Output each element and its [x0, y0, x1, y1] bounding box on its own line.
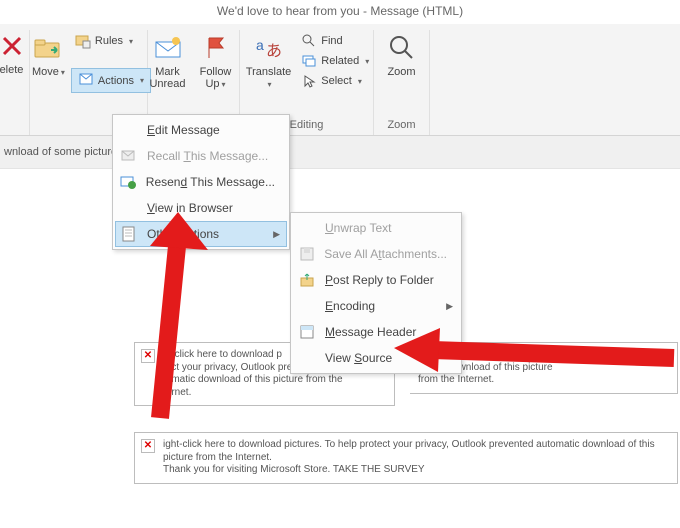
menu-resend[interactable]: Resend This Message... Resend This Messa…	[115, 169, 287, 195]
other-actions-menu: Unwrap Text Unwrap Text Save All Attachm…	[290, 212, 462, 374]
blocked-x-icon: ✕	[141, 349, 155, 363]
related-button[interactable]: Related▾	[297, 52, 373, 70]
menu-view-browser[interactable]: View in Browser View in Browser	[115, 195, 287, 221]
actions-button[interactable]: Actions▾	[71, 68, 151, 93]
resend-icon	[119, 173, 138, 191]
menu-encoding[interactable]: Encoding Encoding ▶	[293, 293, 459, 319]
rules-button[interactable]: Rules▾	[71, 32, 151, 50]
menu-message-header[interactable]: Message Header Message Header	[293, 319, 459, 345]
zoom-icon	[386, 32, 418, 64]
blocked-image-3[interactable]: ✕ ight-click here to download pictures. …	[134, 432, 678, 484]
svg-text:a: a	[256, 37, 264, 53]
search-icon	[301, 33, 317, 49]
menu-recall: Recall This Message... Recall This Messa…	[115, 143, 287, 169]
flag-icon	[200, 32, 232, 64]
info-bar[interactable]: wnload of some pictures in this message.	[0, 136, 680, 169]
blocked-x-icon: ✕	[141, 439, 155, 453]
follow-up-button[interactable]: Follow Up▾	[190, 30, 242, 92]
ribbon: elete Move▾ Rules▾	[0, 24, 680, 136]
select-button[interactable]: Select▾	[297, 72, 373, 90]
translate-icon: aあ	[253, 32, 285, 64]
post-icon	[297, 271, 317, 289]
menu-view-source[interactable]: View Source View Source	[293, 345, 459, 371]
svg-text:あ: あ	[266, 42, 282, 60]
delete-button[interactable]: elete	[0, 30, 28, 76]
actions-menu: EEdit Messagedit Message Recall This Mes…	[112, 114, 290, 250]
save-icon	[297, 245, 316, 263]
menu-edit-message[interactable]: EEdit Messagedit Message	[115, 117, 287, 143]
sheet-icon	[119, 225, 139, 243]
menu-unwrap: Unwrap Text Unwrap Text	[293, 215, 459, 241]
zoom-button[interactable]: Zoom	[380, 30, 424, 80]
rules-icon	[75, 33, 91, 49]
move-button[interactable]: Move▾	[26, 30, 71, 80]
actions-icon	[78, 71, 94, 90]
header-icon	[297, 323, 317, 341]
delete-x-icon	[0, 30, 28, 62]
cursor-icon	[301, 73, 317, 89]
folder-move-icon	[32, 32, 64, 64]
mark-unread-button[interactable]: Mark Unread	[146, 30, 190, 92]
related-icon	[301, 53, 317, 69]
window-title: We'd love to hear from you - Message (HT…	[0, 0, 680, 24]
recall-icon	[119, 147, 139, 165]
translate-button[interactable]: aあ Translate▾	[240, 30, 297, 92]
menu-other-actions[interactable]: Other Actions Other Actions ▶	[115, 221, 287, 247]
menu-post-reply[interactable]: Post Reply to Folder Post Reply to Folde…	[293, 267, 459, 293]
envelope-icon	[152, 32, 184, 64]
group-label-zoom: Zoom	[380, 117, 423, 135]
menu-save-attachments: Save All Attachments... Save All Attachm…	[293, 241, 459, 267]
find-button[interactable]: Find	[297, 32, 373, 50]
